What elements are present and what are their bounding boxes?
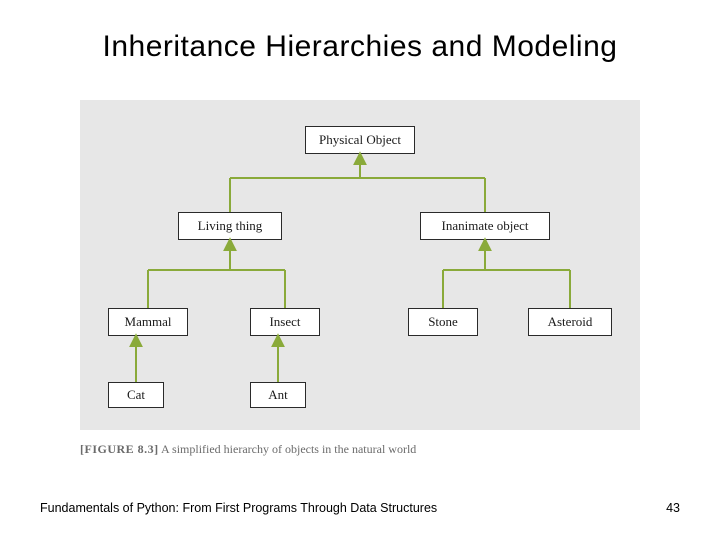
node-asteroid: Asteroid bbox=[528, 308, 612, 336]
figure-label: [FIGURE 8.3] bbox=[80, 442, 159, 456]
node-stone: Stone bbox=[408, 308, 478, 336]
node-ant: Ant bbox=[250, 382, 306, 408]
node-living-thing: Living thing bbox=[178, 212, 282, 240]
footer-text: Fundamentals of Python: From First Progr… bbox=[40, 501, 437, 515]
node-mammal: Mammal bbox=[108, 308, 188, 336]
node-inanimate-object: Inanimate object bbox=[420, 212, 550, 240]
node-physical-object: Physical Object bbox=[305, 126, 415, 154]
diagram-panel: Physical Object Living thing Inanimate o… bbox=[80, 100, 640, 430]
figure-caption: [FIGURE 8.3] A simplified hierarchy of o… bbox=[80, 442, 416, 457]
figure-caption-text: A simplified hierarchy of objects in the… bbox=[161, 442, 416, 456]
node-insect: Insect bbox=[250, 308, 320, 336]
slide: Inheritance Hierarchies and Modeling Phy… bbox=[0, 0, 720, 540]
page-number: 43 bbox=[666, 501, 680, 515]
node-cat: Cat bbox=[108, 382, 164, 408]
slide-title: Inheritance Hierarchies and Modeling bbox=[0, 30, 720, 64]
hierarchy-diagram: Physical Object Living thing Inanimate o… bbox=[80, 100, 640, 430]
